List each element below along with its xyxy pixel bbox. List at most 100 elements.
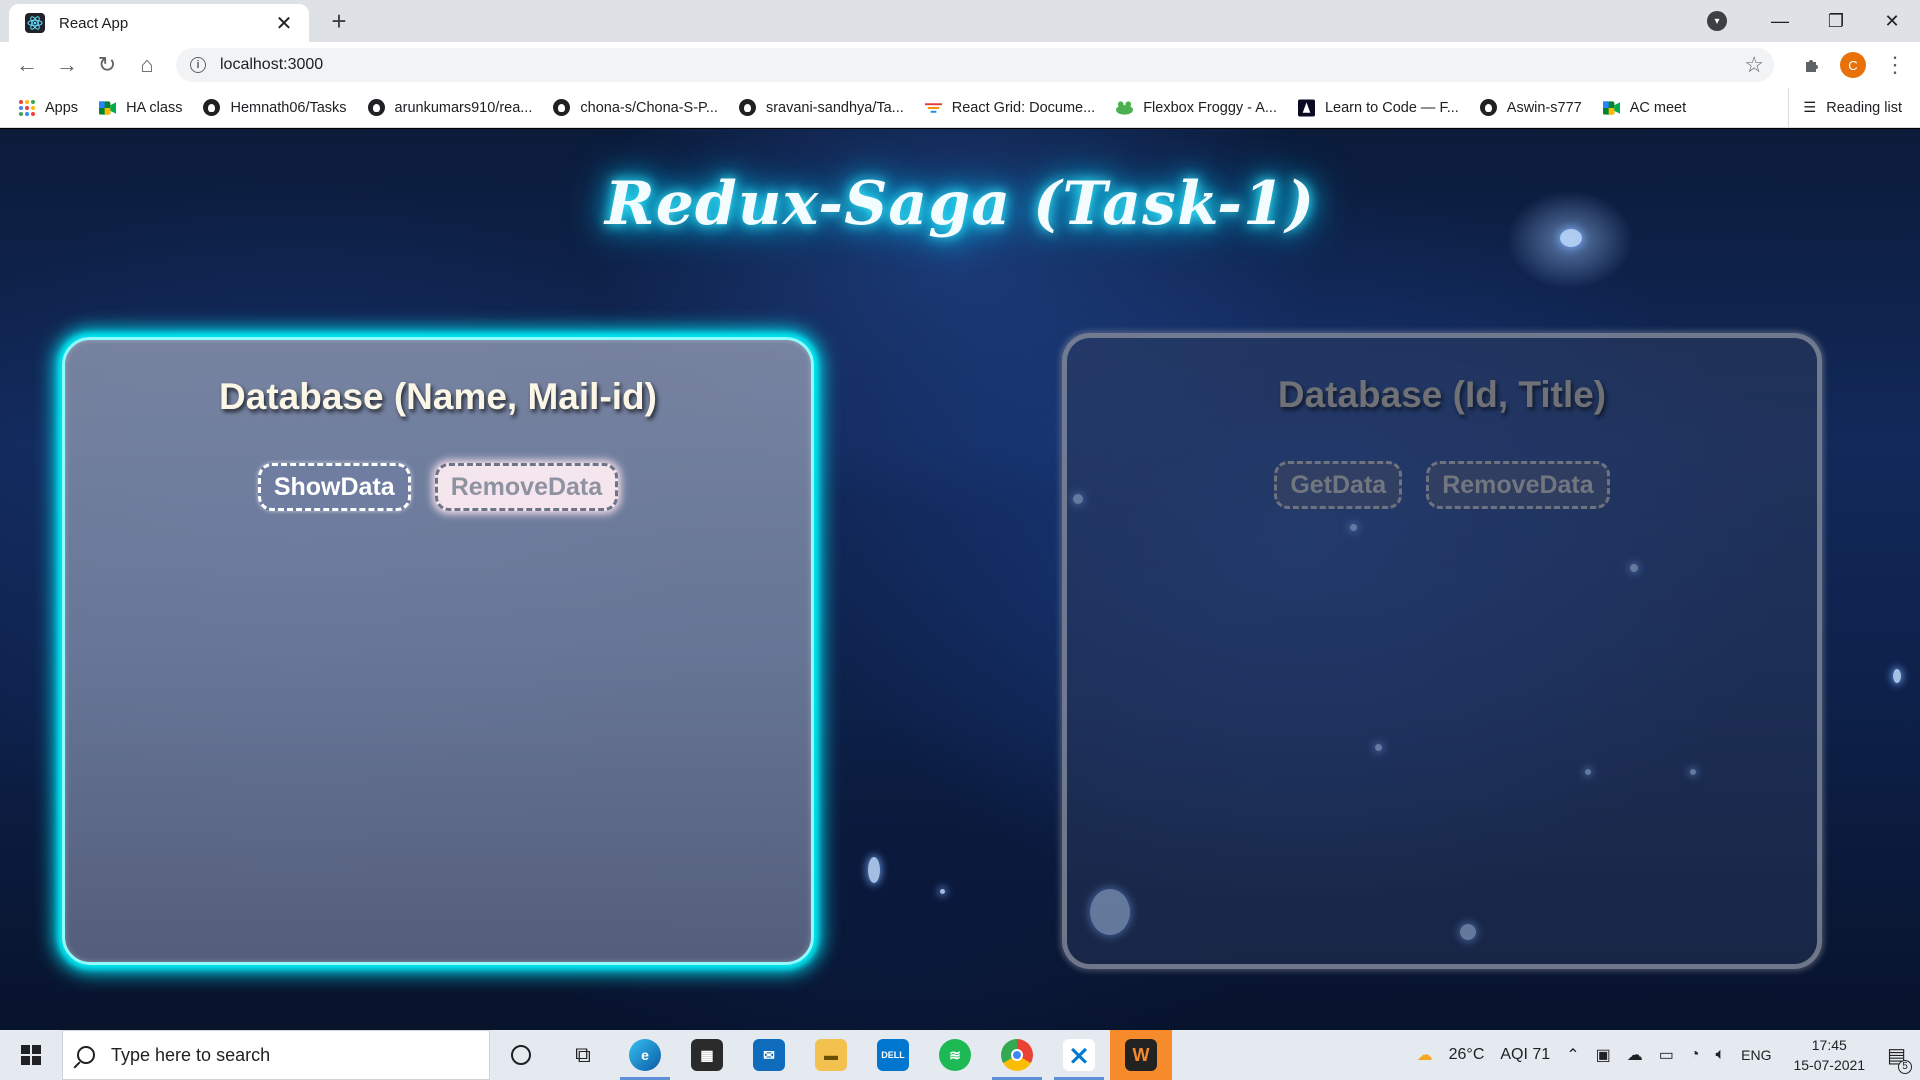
button-row: ShowData RemoveData <box>65 463 811 511</box>
taskbar-store[interactable]: ▦ <box>676 1030 738 1080</box>
panel-heading: Database (Name, Mail-id) <box>219 376 657 417</box>
home-icon[interactable]: ⌂ <box>132 50 162 80</box>
github-icon <box>203 99 221 116</box>
reload-icon[interactable]: ↻ <box>92 50 122 80</box>
taskbar-waves[interactable]: W <box>1110 1030 1172 1080</box>
close-tab-icon[interactable]: ✕ <box>273 11 295 36</box>
apps-grid-icon <box>18 99 35 116</box>
taskbar-mail[interactable]: ✉ <box>738 1030 800 1080</box>
tab-strip: React App ✕ + ▾ — ❐ ✕ <box>0 0 1920 42</box>
app-page: Redux-Saga (Task-1) Database (Name, Mail… <box>0 129 1920 1030</box>
bookmark-sravani[interactable]: sravani-sandhya/Ta... <box>738 99 904 116</box>
tab-search-icon[interactable]: ▾ <box>1707 11 1727 31</box>
menu-kebab-icon[interactable]: ⋮ <box>1880 50 1910 80</box>
weather-aqi[interactable]: AQI 71 <box>1500 1046 1550 1064</box>
taskbar-file-explorer[interactable]: ▬ <box>800 1030 862 1080</box>
store-bag-icon: ▦ <box>691 1039 723 1071</box>
github-icon <box>367 99 385 116</box>
cortana-button[interactable] <box>490 1030 552 1080</box>
button-row: GetData RemoveData <box>1067 461 1817 509</box>
bookmark-arunkumars[interactable]: arunkumars910/rea... <box>367 99 532 116</box>
spotify-icon: ≋ <box>939 1039 971 1071</box>
minimize-button[interactable]: — <box>1752 0 1808 42</box>
taskbar-vscode[interactable]: ⨯ <box>1048 1030 1110 1080</box>
bookmark-react-grid[interactable]: React Grid: Docume... <box>924 99 1095 116</box>
remove-data-button[interactable]: RemoveData <box>1426 461 1610 509</box>
bookmark-hemnath-tasks[interactable]: Hemnath06/Tasks <box>203 99 347 116</box>
notification-count: 5 <box>1898 1059 1912 1074</box>
vscode-icon: ⨯ <box>1063 1039 1095 1071</box>
edge-icon: e <box>629 1039 661 1071</box>
react-grid-icon <box>924 99 942 116</box>
tab-title: React App <box>59 14 129 32</box>
new-tab-button[interactable]: + <box>324 6 354 36</box>
battery-icon[interactable]: ▭ <box>1659 1045 1674 1065</box>
sparkle <box>940 889 945 894</box>
search-icon <box>77 1046 95 1064</box>
remove-data-button[interactable]: RemoveData <box>434 463 619 511</box>
address-bar[interactable]: i localhost:3000 ☆ <box>176 48 1774 82</box>
close-window-button[interactable]: ✕ <box>1864 0 1920 42</box>
browser-toolbar: ← → ↻ ⌂ i localhost:3000 ☆ C ⋮ <box>0 42 1920 88</box>
bookmarks-bar: Apps HA class Hemnath06/Tasks arunkumars… <box>0 88 1920 128</box>
bookmark-apps[interactable]: Apps <box>18 99 78 116</box>
clock[interactable]: 17:45 15-07-2021 <box>1793 1035 1865 1075</box>
github-icon <box>738 99 756 116</box>
taskbar-spotify[interactable]: ≋ <box>924 1030 986 1080</box>
wifi-icon[interactable]: ◔ <box>1690 1046 1700 1064</box>
bookmark-star-icon[interactable]: ☆ <box>1744 52 1764 78</box>
volume-icon[interactable]: 🔈︎ <box>1716 1046 1726 1064</box>
start-button[interactable] <box>0 1030 62 1080</box>
chrome-icon <box>1001 1039 1033 1071</box>
tray-chevron-up-icon[interactable]: ⌃ <box>1566 1045 1579 1065</box>
back-arrow-icon[interactable]: ← <box>12 50 42 80</box>
clock-date: 15-07-2021 <box>1793 1057 1866 1073</box>
frog-icon <box>1116 99 1134 116</box>
taskbar-edge[interactable]: e <box>614 1030 676 1080</box>
reading-list-button[interactable]: ☰ Reading list <box>1788 88 1902 128</box>
windows-taskbar: Type here to search ⧉ e ▦ ✉ ▬ DELL ≋ ⨯ W… <box>0 1030 1920 1080</box>
bookmark-flexbox-froggy[interactable]: Flexbox Froggy - A... <box>1116 99 1277 116</box>
github-icon <box>1479 99 1497 116</box>
forward-arrow-icon[interactable]: → <box>52 50 82 80</box>
cortana-circle-icon <box>511 1045 531 1065</box>
bookmark-freecodecamp[interactable]: Learn to Code — F... <box>1297 99 1459 116</box>
waves-app-icon: W <box>1125 1039 1157 1071</box>
meet-icon <box>99 99 117 116</box>
get-data-button[interactable]: GetData <box>1274 461 1403 509</box>
meet-now-icon[interactable]: ▣ <box>1596 1045 1611 1065</box>
tab-react-app[interactable]: React App ✕ <box>9 4 309 42</box>
mail-icon: ✉ <box>753 1039 785 1071</box>
bookmark-aswin[interactable]: Aswin-s777 <box>1479 99 1582 116</box>
dell-icon: DELL <box>877 1039 909 1071</box>
bookmark-ac-meet[interactable]: AC meet <box>1602 99 1686 116</box>
profile-avatar[interactable]: C <box>1838 50 1868 80</box>
onedrive-icon[interactable]: ☁ <box>1627 1045 1643 1065</box>
language-indicator[interactable]: ENG <box>1741 1047 1771 1063</box>
bookmark-ha-class[interactable]: HA class <box>99 99 182 116</box>
site-info-icon[interactable]: i <box>190 57 206 73</box>
restore-button[interactable]: ❐ <box>1808 0 1864 42</box>
database-id-title-panel: Database (Id, Title) GetData RemoveData <box>1062 333 1822 969</box>
extensions-puzzle-icon[interactable] <box>1797 50 1827 80</box>
weather-cloud-icon[interactable]: ☁ <box>1417 1045 1433 1065</box>
github-icon <box>553 99 571 116</box>
windows-logo-icon <box>21 1045 41 1065</box>
sparkle <box>1893 669 1901 683</box>
meet-icon <box>1602 99 1620 116</box>
database-name-mail-panel: Database (Name, Mail-id) ShowData Remove… <box>62 337 814 965</box>
notification-center-icon[interactable]: ▤ 5 <box>1887 1043 1912 1074</box>
taskbar-search-box[interactable]: Type here to search <box>62 1030 490 1080</box>
clock-time: 17:45 <box>1811 1037 1847 1053</box>
url-text: localhost:3000 <box>220 56 324 73</box>
taskbar-dell[interactable]: DELL <box>862 1030 924 1080</box>
show-data-button[interactable]: ShowData <box>257 463 411 511</box>
task-view-icon: ⧉ <box>575 1042 591 1067</box>
weather-temp[interactable]: 26°C <box>1449 1046 1485 1064</box>
taskbar-chrome[interactable] <box>986 1030 1048 1080</box>
task-view-button[interactable]: ⧉ <box>552 1030 614 1080</box>
folder-icon: ▬ <box>815 1039 847 1071</box>
window-controls: — ❐ ✕ <box>1752 0 1920 42</box>
bookmark-chona[interactable]: chona-s/Chona-S-P... <box>553 99 718 116</box>
sparkle <box>868 857 880 883</box>
